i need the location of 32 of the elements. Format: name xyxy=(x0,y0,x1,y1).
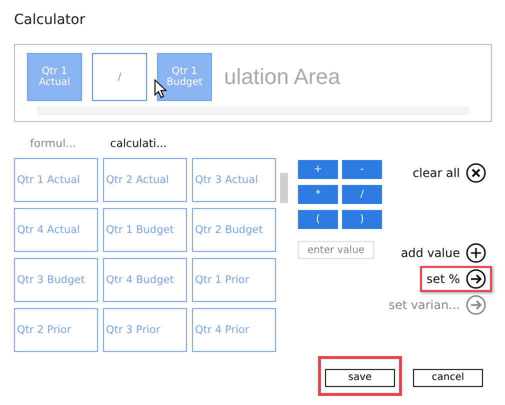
field-tile[interactable]: Qtr 3 Budget xyxy=(14,258,98,302)
operator-button[interactable]: / xyxy=(342,185,382,204)
tab[interactable]: calculati... xyxy=(110,136,167,150)
field-token[interactable]: Qtr 1 Actual xyxy=(27,53,82,101)
operator-button[interactable]: ) xyxy=(342,210,382,229)
field-tile[interactable]: Qtr 4 Prior xyxy=(192,308,276,352)
window-title: Calculator xyxy=(14,12,86,30)
operator-token[interactable]: / xyxy=(92,53,147,101)
field-token[interactable]: Qtr 1 Budget xyxy=(157,53,212,101)
action-button[interactable]: add value xyxy=(394,240,492,266)
field-tile[interactable]: Qtr 3 Prior xyxy=(103,308,187,352)
operator-button[interactable]: - xyxy=(342,160,382,179)
field-tile[interactable]: Qtr 1 Budget xyxy=(103,208,187,252)
field-tile[interactable]: Qtr 1 Actual xyxy=(14,158,98,202)
field-tile[interactable]: Qtr 4 Actual xyxy=(14,208,98,252)
calculation-area[interactable]: Qtr 1 Actual / Qtr 1 Budget ulation Area xyxy=(14,44,492,122)
value-input-field[interactable]: enter value xyxy=(298,241,374,259)
action-button[interactable]: clear all xyxy=(406,160,492,186)
field-tile[interactable]: Qtr 1 Prior xyxy=(192,258,276,302)
field-tile[interactable]: Qtr 2 Actual xyxy=(103,158,187,202)
operator-button[interactable]: * xyxy=(298,185,338,204)
field-tile[interactable]: Qtr 2 Prior xyxy=(14,308,98,352)
field-tile[interactable]: Qtr 3 Actual xyxy=(192,158,276,202)
field-tile[interactable]: Qtr 2 Budget xyxy=(192,208,276,252)
tab[interactable]: formul... xyxy=(30,136,76,150)
calculation-area-placeholder: ulation Area xyxy=(224,64,340,90)
action-button[interactable]: set % xyxy=(420,266,492,292)
dialog-button[interactable]: cancel xyxy=(413,368,483,386)
operator-button[interactable]: + xyxy=(298,160,338,179)
operator-button[interactable]: ( xyxy=(298,210,338,229)
dialog-button[interactable]: save xyxy=(325,368,395,386)
field-tile[interactable]: Qtr 4 Budget xyxy=(103,258,187,302)
